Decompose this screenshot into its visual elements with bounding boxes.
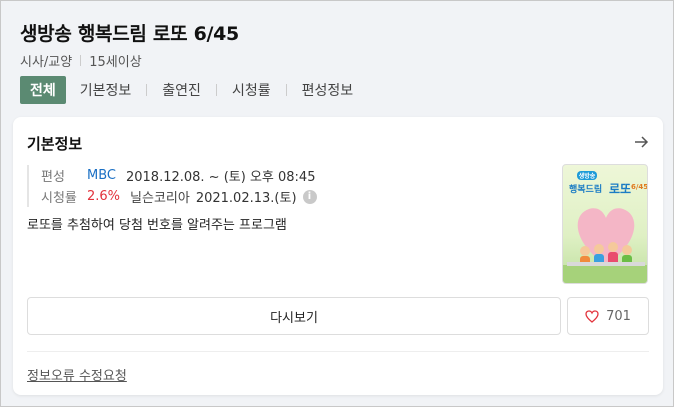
tab-divider — [215, 84, 217, 96]
tab-cast[interactable]: 출연진 — [162, 76, 201, 104]
poster-image: 생방송 행복드림 로또 6/45 — [563, 171, 648, 283]
genre-label: 시사/교양 — [20, 55, 73, 70]
network-link[interactable]: MBC — [87, 168, 116, 183]
poster-line3: 6/45 — [631, 183, 648, 191]
program-description: 로또를 추첨하여 당첨 번호를 알려주는 프로그램 — [27, 218, 287, 233]
schedule-value: 2018.12.08. ~ (토) 오후 08:45 — [125, 170, 316, 185]
tab-bar: 전체 기본정보 출연진 시청률 편성정보 — [20, 76, 353, 104]
tab-basic-info[interactable]: 기본정보 — [80, 76, 132, 104]
report-error-link[interactable]: 정보오류 수정요청 — [27, 365, 127, 384]
tab-divider — [285, 84, 287, 96]
program-title: 생방송 행복드림 로또 6/45 — [20, 23, 239, 45]
info-list: 편성 MBC 2018.12.08. ~ (토) 오후 08:45 시청률 2.… — [27, 165, 317, 207]
schedule-label: 편성 — [41, 170, 65, 185]
program-meta: 시사/교양 15세이상 — [20, 51, 142, 70]
poster-line1: 행복드림 — [569, 183, 602, 195]
age-rating-label: 15세이상 — [89, 55, 142, 70]
heart-icon — [585, 309, 599, 323]
section-title: 기본정보 — [27, 135, 83, 153]
meta-divider — [80, 55, 82, 66]
rating-row: 시청률 2.6% 닐슨코리아 2021.02.13.(토) i — [41, 186, 317, 207]
tab-schedule[interactable]: 편성정보 — [302, 76, 354, 104]
rating-label: 시청률 — [41, 191, 77, 206]
info-icon[interactable]: i — [302, 189, 317, 204]
schedule-row: 편성 MBC 2018.12.08. ~ (토) 오후 08:45 — [41, 165, 317, 186]
basic-info-card: 기본정보 편성 MBC 2018.12.08. ~ (토) 오후 08:45 시… — [13, 117, 663, 395]
tab-divider — [146, 84, 148, 96]
rating-value: 2.6% — [87, 189, 121, 204]
divider — [27, 351, 649, 352]
poster-line2: 로또 — [609, 182, 631, 196]
tab-all[interactable]: 전체 — [20, 76, 66, 104]
program-poster[interactable]: 생방송 행복드림 로또 6/45 — [562, 164, 648, 284]
replay-button[interactable]: 다시보기 — [27, 297, 561, 335]
like-button[interactable]: 701 — [567, 297, 649, 335]
like-count: 701 — [606, 308, 631, 324]
rating-date: 2021.02.13.(토) — [195, 191, 297, 206]
rating-source: 닐슨코리아 — [130, 191, 190, 206]
poster-badge: 생방송 — [579, 172, 596, 180]
arrow-right-icon[interactable] — [633, 134, 649, 150]
program-header: 생방송 행복드림 로또 6/45 시사/교양 15세이상 전체 기본정보 출연진… — [1, 1, 673, 113]
tab-ratings[interactable]: 시청률 — [232, 76, 271, 104]
